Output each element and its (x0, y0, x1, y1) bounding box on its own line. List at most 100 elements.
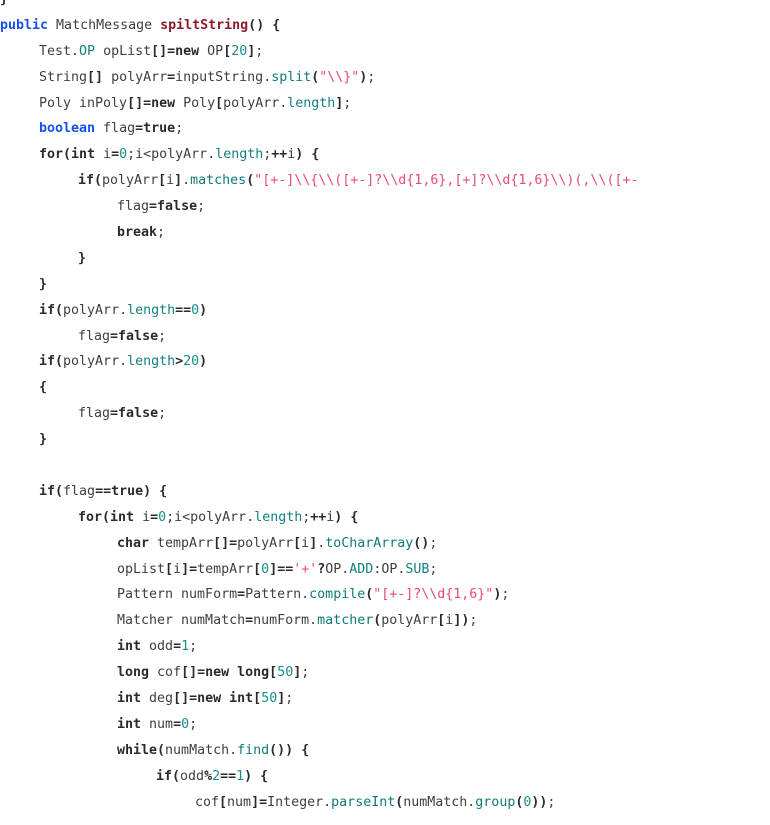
code-token: = (229, 535, 238, 551)
code-token: numMatch (165, 742, 230, 758)
code-token: break (117, 225, 158, 241)
code-token: ) (199, 302, 208, 318)
code-token: odd (141, 639, 174, 655)
code-token: = (189, 691, 198, 707)
code-token: long (237, 665, 270, 681)
code-token: == (277, 561, 294, 577)
code-line: if(polyArr[i].matches("[+-]\\{\\([+-]?\\… (0, 168, 770, 194)
code-token: = (143, 95, 152, 111)
code-token: polyArr (103, 69, 168, 85)
code-token: } (0, 0, 8, 7)
code-token: [ (269, 665, 278, 681)
code-token: "\\}" (319, 69, 360, 85)
code-token: compile (309, 587, 366, 603)
code-token: ( (172, 768, 181, 784)
code-viewer[interactable]: }public MatchMessage spiltString() {Test… (0, 0, 770, 825)
code-token: flag (63, 483, 96, 499)
code-token: num (227, 794, 252, 810)
code-token: ; (501, 587, 510, 603)
code-token: int (229, 691, 254, 707)
code-line: opList[i]=tempArr[0]=='+'?OP.ADD:OP.SUB; (0, 557, 770, 583)
code-token: 20 (183, 354, 200, 370)
code-token: public (0, 17, 49, 33)
code-token: flag (117, 199, 150, 215)
code-line: Matcher numMatch=numForm.matcher(polyArr… (0, 608, 770, 634)
code-token: i (95, 147, 112, 163)
code-token: = (189, 561, 198, 577)
code-token: tempArr (149, 535, 214, 551)
code-token: odd (180, 768, 205, 784)
code-token: . (246, 509, 255, 525)
code-token: { (260, 768, 269, 784)
code-token: ++ (271, 147, 288, 163)
code-line: flag=false; (0, 324, 770, 350)
code-token: int (117, 691, 142, 707)
code-token: = (149, 199, 158, 215)
code-line: int num=0; (0, 712, 770, 738)
code-token: ) (285, 742, 294, 758)
code-token: group (475, 794, 516, 810)
code-token: polyArr (237, 535, 294, 551)
code-token: { (159, 483, 168, 499)
code-token: = (167, 69, 176, 85)
code-token: ; (285, 691, 294, 707)
code-line: if(odd%2==1) { (0, 764, 770, 790)
code-token: Poly inPoly (39, 95, 128, 111)
code-token: = (111, 147, 120, 163)
code-token: ( (63, 147, 72, 163)
code-token: int (117, 639, 142, 655)
code-token: 0 (191, 302, 200, 318)
code-token: ] (269, 561, 278, 577)
code-token: . (71, 43, 80, 59)
code-token: = (173, 716, 182, 732)
code-token: parseInt (331, 794, 396, 810)
code-token: char (117, 535, 150, 551)
code-token: matches (190, 173, 247, 189)
code-token: = (237, 587, 246, 603)
code-token: false (118, 406, 159, 422)
code-token: ; (158, 328, 167, 344)
code-token: . (323, 794, 332, 810)
code-token: ; (547, 794, 556, 810)
code-token: cof (195, 794, 220, 810)
code-token: matcher (317, 613, 374, 629)
code-token: length (254, 509, 303, 525)
code-token: = (245, 613, 254, 629)
code-token: if (156, 768, 173, 784)
code-token: flag (95, 121, 136, 137)
code-token: [] (213, 535, 230, 551)
code-token: if (39, 483, 56, 499)
code-token: ) (143, 483, 152, 499)
code-token: OP (325, 561, 342, 577)
code-token: Test (39, 43, 72, 59)
code-token: for (78, 509, 103, 525)
code-token: flag (78, 406, 111, 422)
code-token: 0 (158, 509, 167, 525)
code-token: [] (181, 665, 198, 681)
code-token: . (119, 354, 128, 370)
code-token: [ (215, 95, 224, 111)
code-token: Pattern (245, 587, 302, 603)
code-token: } (39, 432, 48, 448)
code-token: flag (78, 328, 111, 344)
code-token: ;i<polyArr (127, 147, 208, 163)
code-token: ) (199, 354, 208, 370)
code-token: ( (55, 483, 64, 499)
code-token: ] (251, 794, 260, 810)
code-token: = (135, 121, 144, 137)
code-token: ; (367, 69, 376, 85)
code-token: ; (469, 613, 478, 629)
code-token: boolean (39, 121, 96, 137)
code-line: flag=false; (0, 194, 770, 220)
code-token: "[+-]\\{\\([+-]?\\d{1,6},[+]?\\d{1,6}\\)… (254, 173, 639, 189)
code-token: ( (246, 173, 255, 189)
code-token: [] (87, 69, 104, 85)
code-token: ; (189, 639, 198, 655)
code-token: toCharArray (325, 535, 414, 551)
code-token: new (151, 95, 176, 111)
code-token: = (167, 43, 176, 59)
code-token: == (175, 302, 192, 318)
code-token: polyArr (381, 613, 438, 629)
code-token: length (127, 354, 176, 370)
